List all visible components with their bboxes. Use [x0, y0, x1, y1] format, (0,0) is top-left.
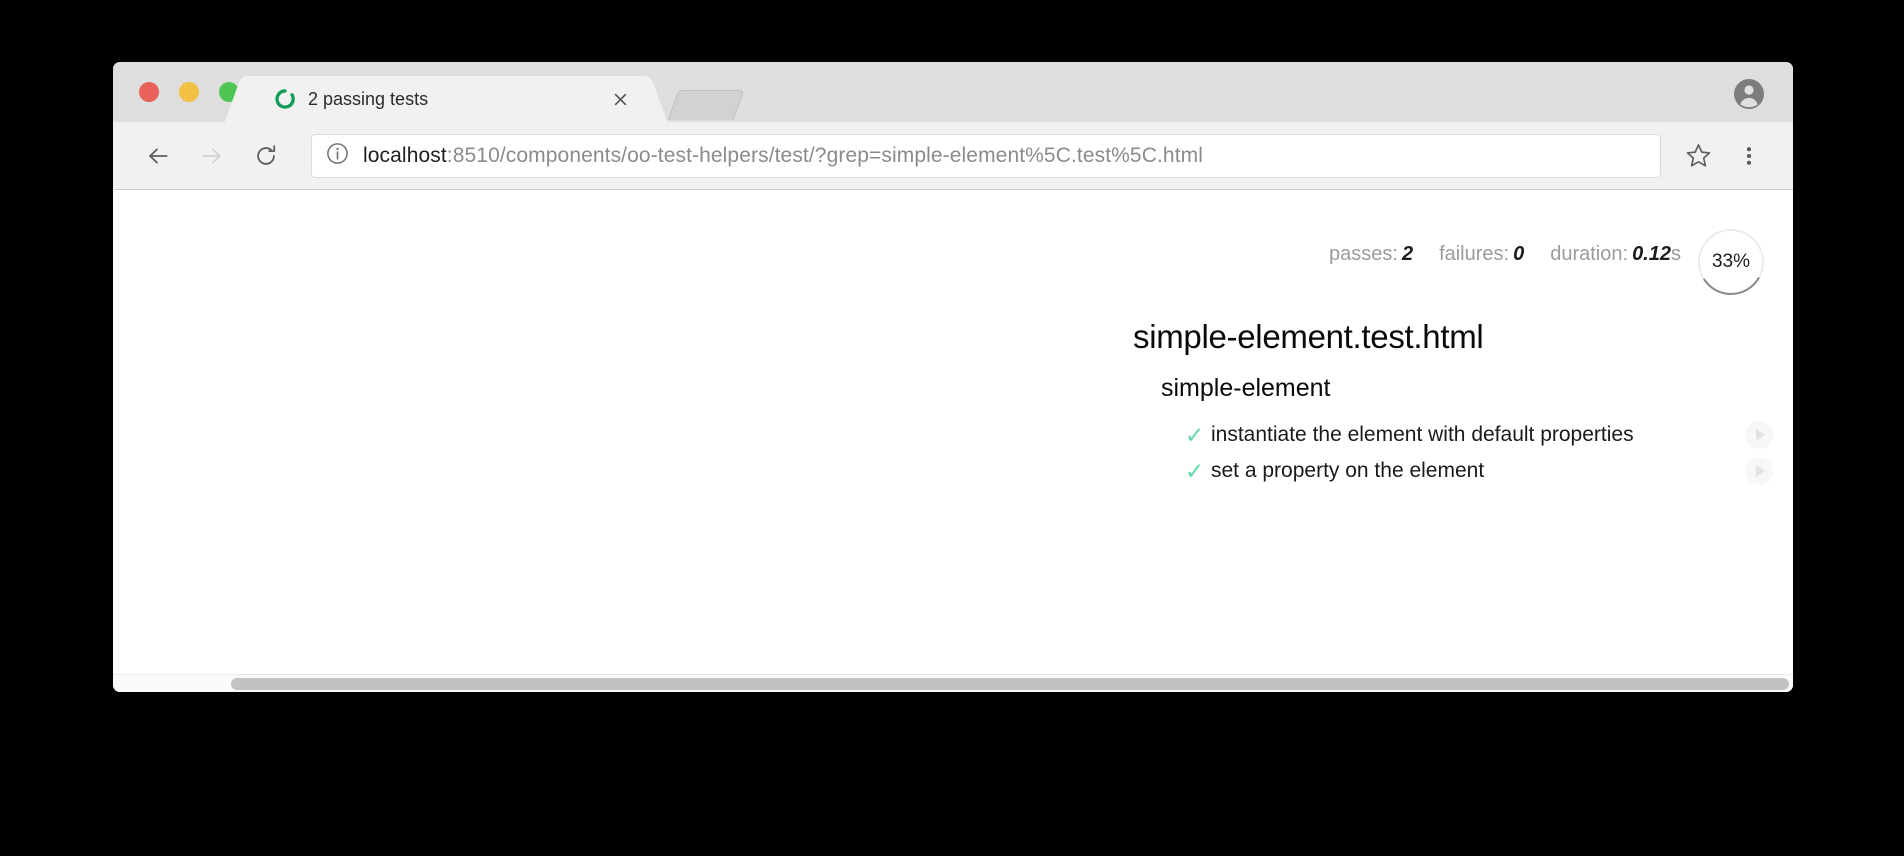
page-content: passes: 2 failures: 0 duration: 0.12s 33% s…	[113, 190, 1793, 674]
check-icon: ✓	[1185, 421, 1205, 448]
address-bar-url: localhost:8510/components/oo-test-helper…	[363, 144, 1203, 168]
browser-tab-active[interactable]: 2 passing tests	[246, 76, 646, 122]
browser-toolbar: localhost:8510/components/oo-test-helper…	[113, 122, 1793, 190]
stat-passes: passes: 2	[1329, 243, 1413, 266]
horizontal-scrollbar[interactable]	[113, 674, 1793, 692]
mocha-spinner-icon	[274, 88, 296, 110]
play-icon[interactable]	[1745, 421, 1773, 449]
check-icon: ✓	[1185, 457, 1205, 484]
duration-unit: s	[1671, 243, 1681, 265]
progress-percent-label: 33%	[1711, 251, 1751, 272]
info-circle-icon[interactable]	[326, 142, 349, 170]
duration-label: duration:	[1550, 243, 1629, 265]
passes-value: 2	[1401, 243, 1414, 265]
stat-failures: failures: 0	[1439, 243, 1524, 266]
tab-title: 2 passing tests	[308, 88, 429, 109]
account-avatar-icon[interactable]	[1733, 78, 1765, 110]
test-report: simple-element.test.html simple-element …	[1133, 318, 1773, 489]
minimize-window-button[interactable]	[179, 82, 199, 102]
close-window-button[interactable]	[139, 82, 159, 102]
test-row[interactable]: ✓ set a property on the element	[1185, 453, 1773, 489]
browser-window: 2 passing tests localhost:8510/component…	[113, 62, 1793, 692]
mocha-stats: passes: 2 failures: 0 duration: 0.12s	[1329, 243, 1681, 266]
duration-value: 0.12	[1632, 243, 1671, 265]
forward-button[interactable]	[189, 133, 235, 179]
test-name: set a property on the element	[1211, 459, 1485, 482]
test-name: instantiate the element with default pro…	[1211, 423, 1634, 446]
close-tab-button[interactable]	[608, 87, 632, 111]
back-button[interactable]	[135, 133, 181, 179]
failures-label: failures:	[1439, 243, 1510, 265]
browser-menu-button[interactable]	[1727, 134, 1771, 178]
passes-label: passes:	[1329, 243, 1398, 265]
new-tab-button[interactable]	[667, 90, 745, 120]
stat-duration: duration: 0.12s	[1550, 243, 1681, 266]
window-controls	[139, 82, 239, 102]
address-bar[interactable]: localhost:8510/components/oo-test-helper…	[311, 133, 1661, 178]
tab-strip: 2 passing tests	[113, 62, 1793, 122]
report-suite-title: simple-element.test.html	[1133, 318, 1484, 355]
failures-value: 0	[1513, 243, 1525, 265]
play-icon[interactable]	[1745, 457, 1773, 485]
test-row[interactable]: ✓ instantiate the element with default p…	[1185, 417, 1773, 453]
bookmark-star-icon[interactable]	[1675, 133, 1721, 179]
url-path: :8510/components/oo-test-helpers/test/?g…	[446, 143, 1203, 167]
reload-button[interactable]	[243, 133, 289, 179]
test-list: ✓ instantiate the element with default p…	[1185, 417, 1773, 489]
progress-ring: 33%	[1697, 228, 1765, 296]
url-host: localhost	[363, 143, 447, 167]
scrollbar-thumb[interactable]	[231, 678, 1789, 690]
report-suite-name: simple-element	[1161, 374, 1331, 402]
